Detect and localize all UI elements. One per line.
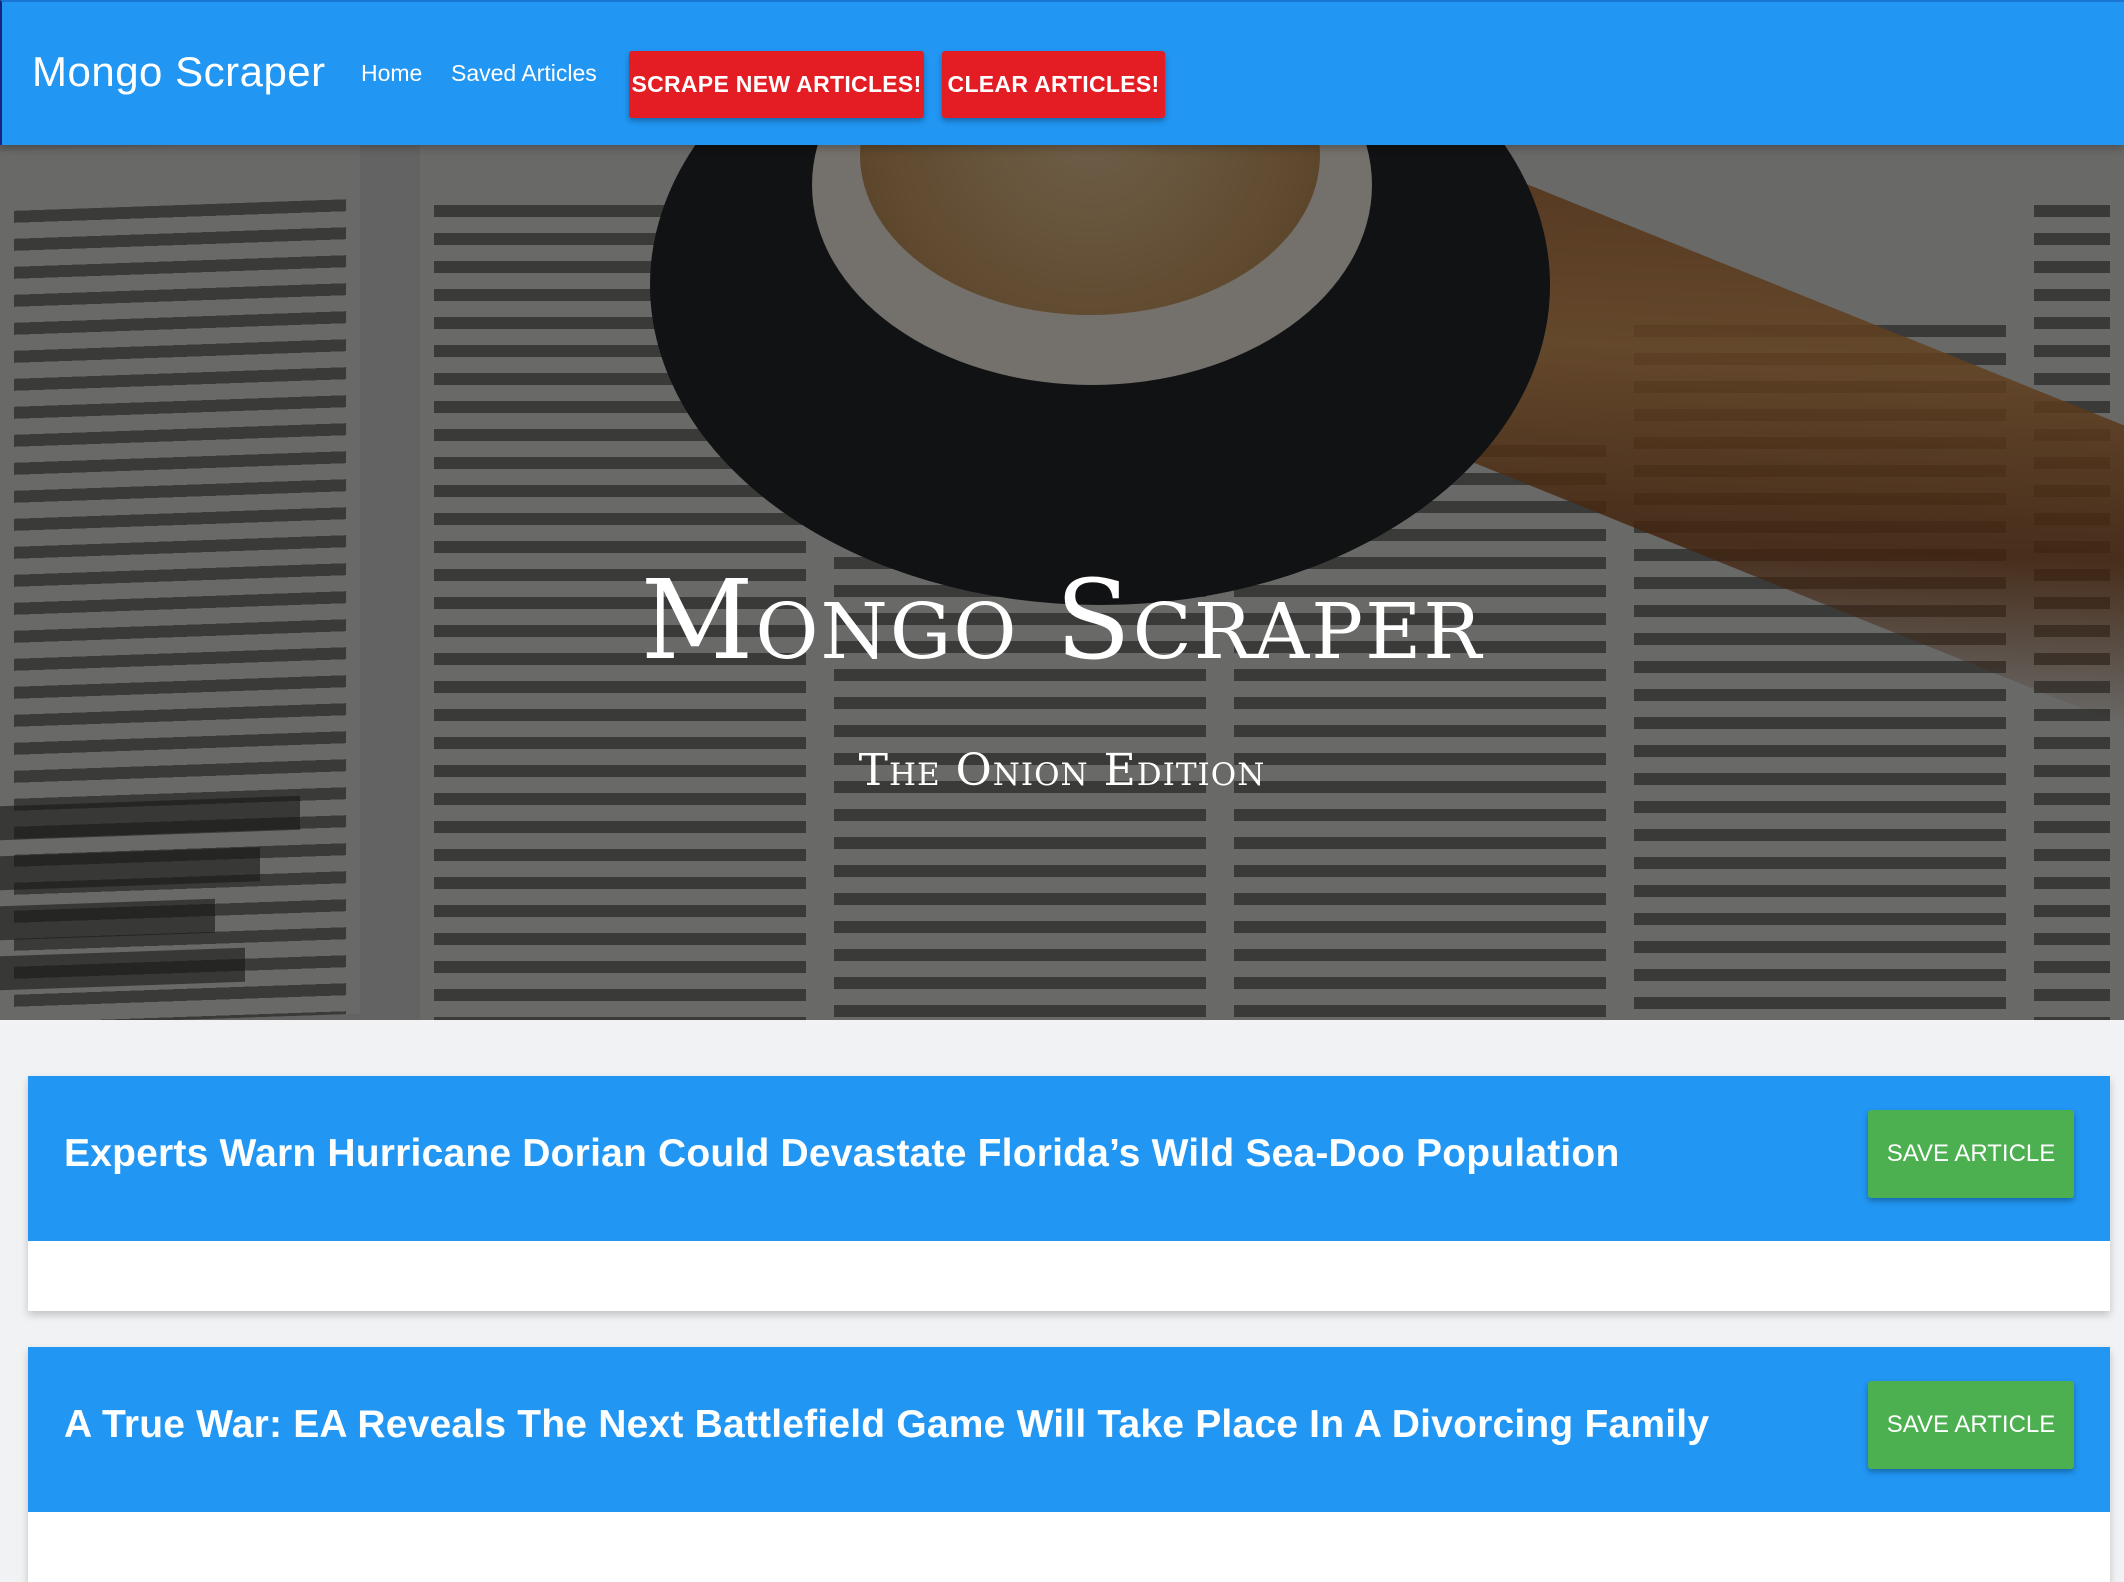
- save-article-button[interactable]: SAVE ARTICLE: [1868, 1110, 2074, 1198]
- hero-banner: Mongo Scraper The Onion Edition: [0, 145, 2124, 1020]
- top-navbar: Mongo Scraper Home Saved Articles SCRAPE…: [0, 0, 2124, 145]
- brand-logo-text[interactable]: Mongo Scraper: [32, 48, 326, 96]
- hero-title: Mongo Scraper: [640, 556, 1484, 684]
- article-card-header: Experts Warn Hurricane Dorian Could Deva…: [28, 1076, 2110, 1241]
- article-card: A True War: EA Reveals The Next Battlefi…: [28, 1347, 2110, 1582]
- hero-subtitle: The Onion Edition: [858, 745, 1266, 796]
- save-article-button[interactable]: SAVE ARTICLE: [1868, 1381, 2074, 1469]
- article-card: Experts Warn Hurricane Dorian Could Deva…: [28, 1076, 2110, 1311]
- nav-link-saved-articles[interactable]: Saved Articles: [451, 60, 597, 87]
- article-card-header: A True War: EA Reveals The Next Battlefi…: [28, 1347, 2110, 1512]
- nav-link-home[interactable]: Home: [361, 60, 422, 87]
- article-title[interactable]: A True War: EA Reveals The Next Battlefi…: [64, 1403, 1709, 1447]
- article-title[interactable]: Experts Warn Hurricane Dorian Could Deva…: [64, 1132, 1619, 1176]
- clear-articles-button[interactable]: CLEAR ARTICLES!: [942, 51, 1165, 118]
- scrape-new-articles-button[interactable]: SCRAPE NEW ARTICLES!: [629, 51, 924, 118]
